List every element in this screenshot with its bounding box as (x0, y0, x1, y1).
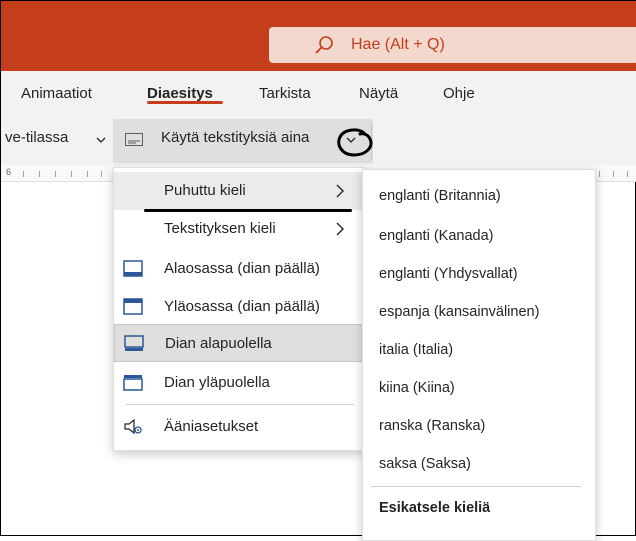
menu-item-bottom-overlay[interactable]: Alaosassa (dian päällä) (114, 250, 364, 288)
chevron-right-icon (336, 222, 344, 236)
always-subtitles-label: Käytä tekstityksiä aina (161, 129, 310, 146)
audio-settings-icon (124, 418, 142, 435)
live-mode-dropdown[interactable]: ve-tilassa (5, 129, 68, 146)
language-option[interactable]: englanti (Yhdysvallat) (379, 266, 518, 282)
subtitles-icon (125, 133, 143, 146)
tab-view[interactable]: Näytä (359, 85, 398, 102)
menu-item-above-slide[interactable]: Dian yläpuolella (114, 364, 364, 402)
language-option[interactable]: kiina (Kiina) (379, 380, 455, 396)
title-bar: Hae (Alt + Q) (1, 1, 636, 71)
search-placeholder: Hae (Alt + Q) (351, 36, 445, 53)
language-option[interactable]: italia (Italia) (379, 342, 453, 358)
caption-below-slide-icon (124, 335, 144, 351)
search-icon (315, 36, 333, 54)
preview-languages-option[interactable]: Esikatsele kieliä (379, 500, 490, 516)
language-option[interactable]: saksa (Saksa) (379, 456, 471, 472)
search-box[interactable]: Hae (Alt + Q) (269, 27, 636, 63)
menu-item-subtitle-language[interactable]: Tekstityksen kieli (114, 210, 364, 248)
ribbon-toolbar: ve-tilassa Käytä tekstityksiä aina (1, 115, 636, 166)
tab-review[interactable]: Tarkista (259, 85, 311, 102)
language-option[interactable]: espanja (kansainvälinen) (379, 304, 539, 320)
hand-drawn-circle-annotation (337, 128, 373, 157)
menu-item-spoken-language[interactable]: Puhuttu kieli (114, 172, 364, 210)
tab-help[interactable]: Ohje (443, 85, 475, 102)
menu-item-below-slide[interactable]: Dian alapuolella (114, 324, 364, 362)
chevron-down-icon[interactable] (95, 134, 107, 146)
spoken-language-submenu: englanti (Britannia) englanti (Kanada) e… (362, 169, 596, 541)
submenu-divider (371, 486, 581, 487)
menu-divider (126, 404, 354, 405)
caption-bottom-overlay-icon (123, 260, 143, 277)
caption-top-overlay-icon (123, 298, 143, 315)
tab-slideshow[interactable]: Diaesitys (147, 85, 213, 102)
language-option[interactable]: ranska (Ranska) (379, 418, 485, 434)
ruler-number: 6 (6, 167, 12, 177)
active-tab-indicator (147, 101, 223, 104)
ribbon-tabs: Animaatiot Diaesitys Tarkista Näytä Ohje (1, 71, 636, 115)
menu-item-top-overlay[interactable]: Yläosassa (dian päällä) (114, 288, 364, 326)
chevron-right-icon (336, 184, 344, 198)
menu-item-audio-settings[interactable]: Ääniasetukset (114, 408, 364, 446)
language-option[interactable]: englanti (Britannia) (379, 188, 501, 204)
language-option[interactable]: englanti (Kanada) (379, 228, 493, 244)
caption-above-slide-icon (123, 375, 143, 391)
hand-drawn-underline-annotation (144, 209, 352, 212)
tab-animations[interactable]: Animaatiot (21, 85, 92, 102)
